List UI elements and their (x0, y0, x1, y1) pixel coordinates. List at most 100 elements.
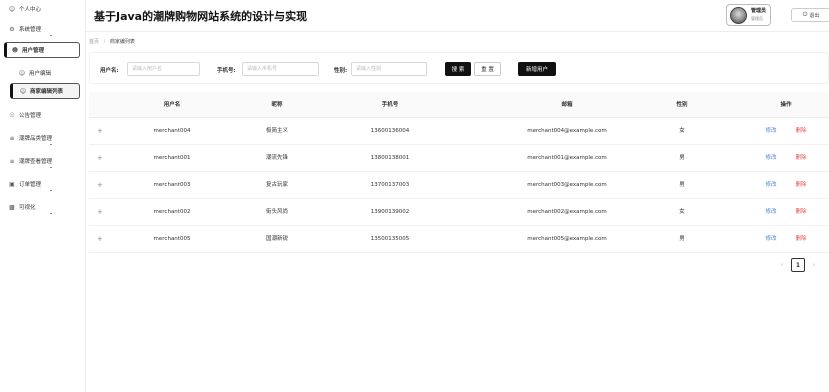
cell-nickname: 国潮新锐 (265, 236, 289, 242)
chart-icon: ▩ (9, 203, 15, 211)
search-button[interactable]: 搜 索 (445, 62, 471, 76)
sidebar: ☺ 个人中心 ⚙ 系统管理 ☻ 用户管理 ☺ 用户编辑 ☺ 商家编辑列表 ☉ 公… (0, 0, 86, 392)
logout-label: 退出 (809, 12, 820, 19)
delete-link[interactable]: 删除 (795, 145, 806, 172)
cell-gender: 男 (679, 155, 685, 161)
header: 基于Java的潮牌购物网站系统的设计与实现 管理员 管理员 ⏻ 退出 (86, 0, 829, 32)
user-info: 管理员 管理员 (751, 8, 766, 22)
edit-link[interactable]: 修改 (765, 118, 776, 145)
search-button-label: 搜 索 (451, 67, 465, 73)
menu-icon: ≡ (9, 157, 15, 165)
column-header-phone: 手机号 (381, 102, 399, 108)
expand-row-button[interactable]: + (97, 118, 103, 145)
logout-button[interactable]: ⏻ 退出 (791, 8, 829, 22)
username-label: 用户名: (100, 68, 119, 74)
phone-input[interactable] (242, 62, 319, 76)
sidebar-item-label: 用户管理 (22, 48, 45, 54)
delete-link[interactable]: 删除 (795, 118, 806, 145)
expand-dot-icon (50, 166, 52, 168)
cell-email: merchant003@example.com (527, 182, 607, 188)
expand-row-button[interactable]: + (97, 199, 103, 226)
cell-gender: 女 (679, 209, 685, 215)
gender-input[interactable] (351, 62, 427, 76)
expand-row-button[interactable]: + (97, 172, 103, 199)
add-user-button-label: 新增用户 (525, 67, 548, 73)
expand-row-button[interactable]: + (97, 226, 103, 253)
user-menu[interactable]: 管理员 管理员 (726, 4, 771, 26)
table-row: + merchant003 复古玩家 13700137003 merchant0… (89, 172, 829, 199)
sidebar-item-label: 公告管理 (19, 113, 42, 119)
expand-dot-icon (50, 34, 52, 36)
user-icon: ☺ (19, 87, 27, 95)
search-panel: 用户名: 手机号: 性别: 搜 索 重 置 新增用户 (89, 52, 829, 84)
sidebar-item-label: 个人中心 (19, 7, 42, 13)
sidebar-item-label: 系统管理 (19, 27, 42, 33)
table-row: + merchant001 潮流先锋 13800138001 merchant0… (89, 145, 829, 172)
sidebar-item-category[interactable]: ≡ 潮牌品类管理 (0, 130, 86, 146)
cell-username: merchant003 (153, 182, 191, 188)
edit-link[interactable]: 修改 (765, 226, 776, 253)
cell-phone: 13800138001 (370, 155, 410, 161)
delete-link[interactable]: 删除 (795, 226, 806, 253)
table-row: + merchant002 街头风尚 13900139002 merchant0… (89, 199, 829, 226)
table-row: + merchant005 国潮新锐 13500135005 merchant0… (89, 226, 829, 253)
cell-nickname: 极简主义 (265, 128, 289, 134)
column-header-nickname: 昵称 (271, 102, 283, 108)
sidebar-item-label: 商家编辑列表 (30, 89, 64, 95)
breadcrumb: 首页 / 商家编列表 (89, 38, 135, 45)
column-header-actions: 操作 (780, 102, 792, 108)
table-row: + merchant004 极简主义 13600136004 merchant0… (89, 118, 829, 145)
sidebar-item-merchant-list[interactable]: ☺ 商家编辑列表 (10, 83, 80, 99)
breadcrumb-current: 商家编列表 (109, 39, 135, 45)
delete-link[interactable]: 删除 (795, 199, 806, 226)
column-header-gender: 性别 (676, 102, 688, 108)
user-role: 管理员 (751, 16, 763, 21)
cell-email: merchant001@example.com (527, 155, 607, 161)
cell-email: merchant005@example.com (527, 236, 607, 242)
column-header-email: 邮箱 (561, 102, 573, 108)
expand-row-button[interactable]: + (97, 145, 103, 172)
sidebar-item-profile[interactable]: ☺ 个人中心 (0, 1, 86, 17)
order-icon: ▣ (9, 180, 15, 188)
power-icon: ⏻ (802, 11, 808, 18)
cell-nickname: 潮流先锋 (265, 155, 289, 161)
sidebar-item-label: 潮牌品类管理 (19, 136, 53, 142)
pagination: ‹ 1 › (775, 258, 821, 272)
app-root: ☺ 个人中心 ⚙ 系统管理 ☻ 用户管理 ☺ 用户编辑 ☺ 商家编辑列表 ☉ 公… (0, 0, 829, 392)
sidebar-item-product-view[interactable]: ≡ 潮牌查看管理 (0, 153, 86, 169)
sidebar-item-orders[interactable]: ▣ 订单管理 (0, 176, 86, 192)
edit-link[interactable]: 修改 (765, 172, 776, 199)
user-icon: ☺ (18, 69, 26, 77)
sidebar-item-announcement[interactable]: ☉ 公告管理 (0, 107, 86, 123)
cell-email: merchant002@example.com (527, 209, 607, 215)
reset-button[interactable]: 重 置 (474, 62, 501, 76)
sidebar-item-visualization[interactable]: ▩ 可视化 (0, 199, 86, 215)
page-number-current[interactable]: 1 (791, 258, 805, 272)
cell-phone: 13900139002 (370, 209, 410, 215)
edit-link[interactable]: 修改 (765, 199, 776, 226)
cell-gender: 男 (679, 236, 685, 242)
menu-icon: ≡ (9, 134, 15, 142)
sidebar-item-user-management[interactable]: ☻ 用户管理 (4, 42, 80, 58)
sidebar-item-system[interactable]: ⚙ 系统管理 (0, 21, 86, 37)
gender-label: 性别: (334, 68, 348, 74)
cell-gender: 男 (679, 182, 685, 188)
prev-page-button[interactable]: ‹ (775, 261, 789, 269)
sidebar-item-user-edit[interactable]: ☺ 用户编辑 (0, 65, 86, 81)
username-input[interactable] (127, 62, 200, 76)
expand-dot-icon (50, 143, 52, 145)
breadcrumb-home[interactable]: 首页 (89, 39, 99, 45)
sidebar-item-label: 订单管理 (19, 182, 42, 188)
edit-link[interactable]: 修改 (765, 145, 776, 172)
cell-phone: 13600136004 (370, 128, 410, 134)
table-header: 用户名 昵称 手机号 邮箱 性别 操作 (89, 92, 829, 118)
cell-phone: 13700137003 (370, 182, 410, 188)
next-page-button[interactable]: › (807, 261, 821, 269)
cell-nickname: 复古玩家 (265, 182, 289, 188)
breadcrumb-separator: / (103, 39, 106, 45)
add-user-button[interactable]: 新增用户 (518, 62, 556, 76)
users-icon: ☻ (11, 46, 19, 54)
expand-dot-icon (50, 212, 52, 214)
sidebar-item-label: 潮牌查看管理 (19, 159, 53, 165)
delete-link[interactable]: 删除 (795, 172, 806, 199)
